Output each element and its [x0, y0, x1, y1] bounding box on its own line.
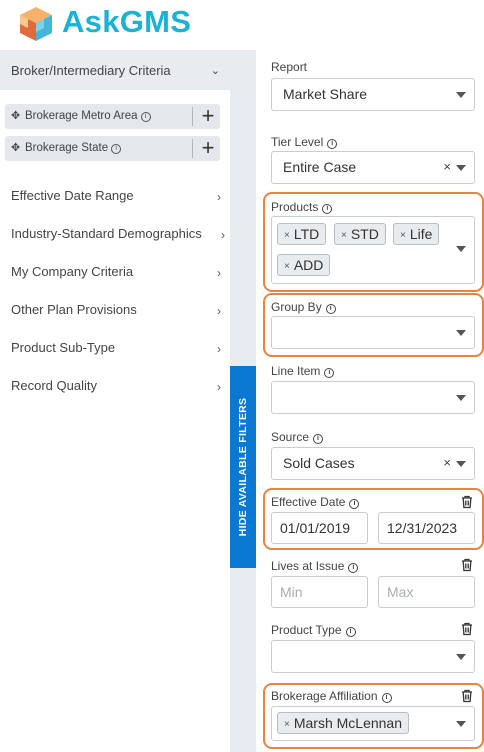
group-by-label: Group By i [271, 300, 336, 314]
sidebar-item-label: Industry-Standard Demographics [11, 226, 202, 241]
dropdown-caret-icon [456, 165, 466, 171]
remove-tag-icon[interactable]: × [284, 261, 290, 272]
dropdown-caret-icon [456, 395, 466, 401]
report-label: Report [271, 60, 308, 74]
lives-at-issue-label: Lives at Issue i [271, 559, 359, 573]
info-icon[interactable]: i [324, 368, 335, 378]
filter-chip-brokerage-metro-area[interactable]: ✥ Brokerage Metro Area i + [5, 104, 220, 129]
trash-icon[interactable] [460, 495, 474, 509]
sidebar-item-label: Effective Date Range [11, 188, 134, 203]
product-tag-ltd[interactable]: × LTD [277, 223, 327, 245]
line-item-label: Line Item i [271, 364, 335, 378]
clear-icon[interactable]: × [443, 455, 451, 470]
info-icon[interactable]: i [327, 139, 338, 149]
lives-max-input[interactable]: Max [378, 576, 475, 608]
source-select[interactable]: Sold Cases × [271, 447, 475, 480]
dropdown-caret-icon [456, 654, 466, 660]
remove-tag-icon[interactable]: × [284, 230, 290, 241]
group-by-select[interactable] [271, 316, 475, 349]
product-tag-std[interactable]: × STD [334, 223, 386, 245]
info-icon[interactable]: i [111, 144, 122, 154]
remove-tag-icon[interactable]: × [400, 230, 406, 241]
sidebar-item-label: Record Quality [11, 378, 97, 393]
sidebar-item-product-sub-type[interactable]: Product Sub-Type › [11, 340, 224, 360]
brand-name[interactable]: AskGMS [62, 4, 191, 40]
clear-icon[interactable]: × [443, 159, 451, 174]
report-select[interactable]: Market Share [271, 78, 475, 111]
sidebar-item-industry-demographics[interactable]: Industry-Standard Demographics › [11, 226, 225, 246]
filter-chip-brokerage-state[interactable]: ✥ Brokerage State i + [5, 136, 220, 161]
products-label: Products i [271, 200, 333, 214]
section-header-broker-criteria[interactable]: Broker/Intermediary Criteria ⌄ [0, 50, 230, 90]
chip-label: Brokerage State [25, 142, 109, 154]
chevron-right-icon: › [217, 342, 221, 356]
effective-date-from-input[interactable]: 01/01/2019 [271, 512, 368, 544]
toggle-label: HIDE AVAILABLE FILTERS [237, 397, 249, 537]
info-icon[interactable]: i [349, 499, 360, 509]
source-label: Source i [271, 430, 324, 444]
add-filter-icon[interactable]: + [196, 136, 220, 161]
chip-label: Brokerage Metro Area [25, 110, 138, 122]
dropdown-caret-icon [456, 721, 466, 727]
info-icon[interactable]: i [322, 204, 333, 214]
chevron-down-icon: ⌄ [210, 65, 220, 77]
info-icon[interactable]: i [345, 627, 356, 637]
sidebar-item-label: Product Sub-Type [11, 340, 116, 355]
sidebar-item-label: My Company Criteria [11, 264, 134, 279]
tier-level-select[interactable]: Entire Case × [271, 151, 475, 184]
product-tag-life[interactable]: × Life [393, 223, 440, 245]
tier-level-label: Tier Level i [271, 135, 338, 149]
drag-handle-icon[interactable]: ✥ [11, 141, 20, 154]
tier-level-value: Entire Case [283, 159, 357, 175]
chevron-right-icon: › [217, 304, 221, 318]
sidebar-item-record-quality[interactable]: Record Quality › [11, 378, 224, 398]
remove-tag-icon[interactable]: × [284, 719, 290, 730]
app-header: AskGMS [0, 0, 484, 50]
product-type-select[interactable] [271, 640, 475, 673]
hide-filters-toggle[interactable]: HIDE AVAILABLE FILTERS [230, 366, 256, 568]
chip-divider [192, 139, 193, 158]
dropdown-caret-icon [456, 330, 466, 336]
line-item-select[interactable] [271, 381, 475, 414]
add-filter-icon[interactable]: + [196, 104, 220, 129]
info-icon[interactable]: i [325, 304, 336, 314]
dropdown-caret-icon [456, 92, 466, 98]
brokerage-tag-marsh-mclennan[interactable]: × Marsh McLennan [277, 712, 410, 734]
chevron-right-icon: › [217, 380, 221, 394]
effective-date-to-input[interactable]: 12/31/2023 [378, 512, 475, 544]
drag-handle-icon[interactable]: ✥ [11, 109, 20, 122]
sidebar-item-my-company-criteria[interactable]: My Company Criteria › [11, 264, 224, 284]
sidebar-item-label: Other Plan Provisions [11, 302, 137, 317]
source-value: Sold Cases [283, 455, 355, 471]
trash-icon[interactable] [460, 622, 474, 636]
product-tag-add[interactable]: × ADD [277, 254, 331, 276]
remove-tag-icon[interactable]: × [341, 230, 347, 241]
info-icon[interactable]: i [381, 693, 392, 703]
info-icon[interactable]: i [348, 563, 359, 573]
effective-date-label: Effective Date i [271, 495, 360, 509]
info-icon[interactable]: i [313, 434, 324, 444]
dropdown-caret-icon [456, 246, 466, 252]
trash-icon[interactable] [460, 689, 474, 703]
chip-divider [192, 107, 193, 126]
product-type-label: Product Type i [271, 623, 356, 637]
chevron-right-icon: › [217, 266, 221, 280]
cube-logo-icon [20, 7, 52, 41]
lives-min-input[interactable]: Min [271, 576, 368, 608]
info-icon[interactable]: i [140, 112, 151, 122]
sidebar-item-other-plan-provisions[interactable]: Other Plan Provisions › [11, 302, 224, 322]
trash-icon[interactable] [460, 558, 474, 572]
chevron-right-icon: › [221, 228, 225, 242]
dropdown-caret-icon [456, 461, 466, 467]
report-value: Market Share [283, 86, 368, 102]
section-title: Broker/Intermediary Criteria [11, 63, 171, 78]
brokerage-affiliation-label: Brokerage Affiliation i [271, 689, 392, 703]
sidebar-item-effective-date-range[interactable]: Effective Date Range › [11, 188, 224, 208]
chevron-right-icon: › [217, 190, 221, 204]
